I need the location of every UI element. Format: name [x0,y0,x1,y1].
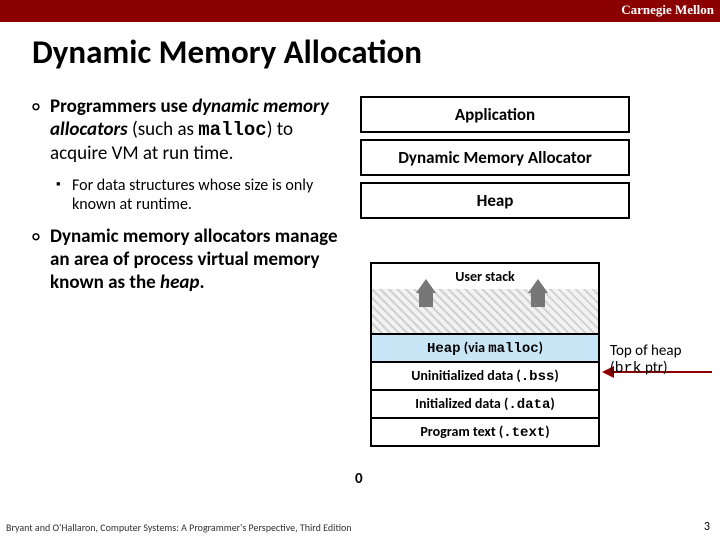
text: (via [461,339,489,356]
text: Uninitialized data ( [411,367,521,384]
box-heap: Heap [360,182,630,219]
text: Programmers use [50,95,192,118]
text: Initialized data ( [415,395,508,412]
zero-label: 0 [355,470,363,488]
footer-citation: Bryant and O'Hallaron, Computer Systems:… [6,521,352,534]
text-em: heap [160,271,199,294]
box-allocator: Dynamic Memory Allocator [360,139,630,176]
text: ) [545,423,549,440]
layer-boxes: Application Dynamic Memory Allocator Hea… [360,96,630,225]
text: ) [554,367,558,384]
slide: Carnegie Mellon Dynamic Memory Allocatio… [0,0,720,540]
seg-stack: User stack [370,262,600,289]
text-code: .bss [521,369,555,385]
text: ) [539,339,543,356]
seg-heap: Heap (via malloc) [370,333,600,361]
arrow-stem [531,293,545,307]
body-text: Programmers use dynamic memory allocator… [50,95,340,304]
text-code: brk [615,360,642,377]
brk-label: Top of heap (brk ptr) [610,343,681,378]
arrow-stem [419,293,433,307]
header-bar: Carnegie Mellon [0,0,720,22]
org-label: Carnegie Mellon [621,2,714,18]
memory-diagram: User stack Heap (via malloc) Uninitializ… [370,262,600,447]
text: ptr) [642,359,668,377]
seg-bss: Uninitialized data (.bss) [370,361,600,389]
text: Heap [427,341,461,357]
bullet-1a: For data structures whose size is only k… [72,176,340,215]
text: Program text ( [420,423,503,440]
text: . [199,271,204,294]
seg-gap [370,289,600,333]
text: ) [550,395,554,412]
page-title: Dynamic Memory Allocation [32,32,422,72]
text-code: .data [508,397,550,413]
bullet-1: Programmers use dynamic memory allocator… [50,95,340,166]
bullet-2: Dynamic memory allocators manage an area… [50,225,340,295]
text-code: malloc [488,341,538,357]
arrow-up-icon [416,279,436,293]
seg-text: Program text (.text) [370,417,600,447]
arrow-up-icon [528,279,548,293]
page-number: 3 [704,520,710,534]
box-application: Application [360,96,630,133]
seg-data: Initialized data (.data) [370,389,600,417]
text-code: .text [503,425,545,441]
text: Top of heap [610,342,681,360]
text: (such as [128,118,199,141]
text-code: malloc [198,119,266,141]
